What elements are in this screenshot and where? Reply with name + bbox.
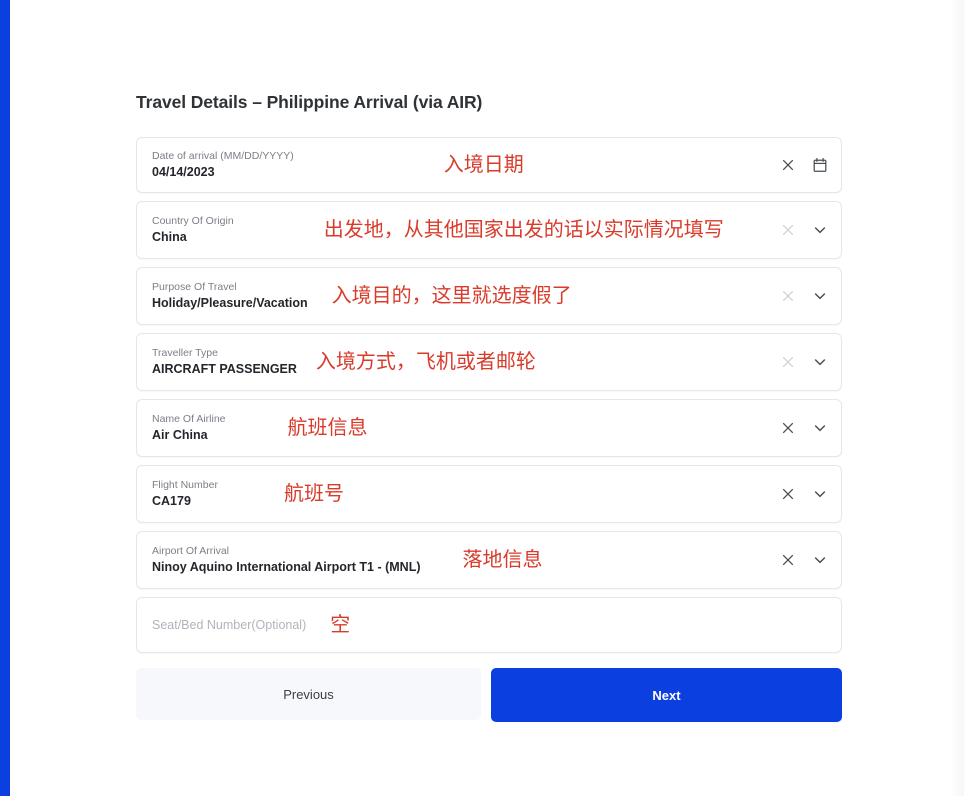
field-placeholder[interactable]: Seat/Bed Number(Optional)	[152, 617, 306, 633]
field-icon-group	[779, 419, 829, 437]
field-row[interactable]: Airport Of Arrival Ninoy Aquino Internati…	[136, 531, 842, 589]
calendar-icon[interactable]	[811, 156, 829, 174]
chevron-down-icon[interactable]	[811, 353, 829, 371]
form-fields-list: Date of arrival (MM/DD/YYYY) 04/14/2023 入境…	[136, 137, 842, 661]
form-navigation-buttons: Previous Next	[136, 668, 842, 722]
field-icon-group	[779, 287, 829, 305]
field-row[interactable]: Country Of Origin China 出发地，从其他国家出发的话以实际情况…	[136, 201, 842, 259]
field-value[interactable]: CA179	[152, 493, 218, 509]
chevron-down-icon[interactable]	[811, 551, 829, 569]
red-annotation: 航班信息	[287, 417, 368, 439]
chevron-down-icon[interactable]	[811, 485, 829, 503]
red-annotation: 落地信息	[462, 549, 543, 571]
field-value[interactable]: China	[152, 229, 234, 245]
chevron-down-icon[interactable]	[811, 419, 829, 437]
red-annotation: 空	[330, 614, 351, 636]
close-icon[interactable]	[779, 485, 797, 503]
field-icon-group	[779, 485, 829, 503]
left-accent-rail	[0, 0, 10, 796]
red-annotation: 入境方式，飞机或者邮轮	[315, 351, 536, 373]
close-icon[interactable]	[779, 287, 797, 305]
field-label: Airport Of Arrival	[152, 545, 230, 557]
field-label: Flight Number	[152, 479, 218, 491]
chevron-down-icon[interactable]	[811, 287, 829, 305]
field-value[interactable]: Holiday/Pleasure/Vacation	[152, 295, 308, 311]
field-label: Date of arrival (MM/DD/YYYY)	[152, 150, 294, 162]
next-button[interactable]: Next	[491, 668, 842, 722]
field-row[interactable]: Flight Number CA179 航班号	[136, 465, 842, 523]
close-icon[interactable]	[779, 353, 797, 371]
field-text-group: Country Of Origin China	[137, 215, 234, 245]
field-icon-group	[779, 221, 829, 239]
field-value[interactable]: 04/14/2023	[152, 164, 294, 180]
field-value[interactable]: Ninoy Aquino International Airport T1 - …	[152, 559, 421, 575]
field-icon-group	[779, 156, 829, 174]
red-annotation: 出发地，从其他国家出发的话以实际情况填写	[323, 219, 724, 241]
field-icon-group	[779, 353, 829, 371]
red-annotation: 航班号	[283, 483, 344, 505]
close-icon[interactable]	[779, 419, 797, 437]
field-value[interactable]: AIRCRAFT PASSENGER	[152, 361, 297, 377]
field-row[interactable]: Purpose Of Travel Holiday/Pleasure/Vacati…	[136, 267, 842, 325]
field-text-group: Name Of Airline Air China	[137, 413, 226, 443]
chevron-down-icon[interactable]	[811, 221, 829, 239]
field-label: Name Of Airline	[152, 413, 226, 425]
field-icon-group	[779, 551, 829, 569]
page-title: Travel Details – Philippine Arrival (via…	[136, 92, 483, 112]
red-annotation: 入境日期	[443, 154, 524, 176]
close-icon[interactable]	[779, 156, 797, 174]
field-text-group: Flight Number CA179	[137, 479, 218, 509]
previous-button[interactable]: Previous	[136, 668, 481, 720]
field-text-group: Airport Of Arrival Ninoy Aquino Internati…	[137, 545, 421, 575]
field-text-group: Date of arrival (MM/DD/YYYY) 04/14/2023	[137, 150, 294, 180]
close-icon[interactable]	[779, 551, 797, 569]
red-annotation: 入境目的，这里就选度假了	[331, 285, 572, 307]
field-text-group: Traveller Type AIRCRAFT PASSENGER	[137, 347, 297, 377]
field-label: Country Of Origin	[152, 215, 234, 227]
close-icon[interactable]	[779, 221, 797, 239]
travel-details-page: Travel Details – Philippine Arrival (via…	[0, 0, 964, 796]
field-value[interactable]: Air China	[152, 427, 226, 443]
field-label: Traveller Type	[152, 347, 218, 359]
field-row[interactable]: Date of arrival (MM/DD/YYYY) 04/14/2023 入境…	[136, 137, 842, 193]
field-row[interactable]: Seat/Bed Number(Optional) 空	[136, 597, 842, 653]
field-text-group: Purpose Of Travel Holiday/Pleasure/Vacati…	[137, 281, 308, 311]
field-row[interactable]: Traveller Type AIRCRAFT PASSENGER 入境方式，飞机或…	[136, 333, 842, 391]
field-text-group: Seat/Bed Number(Optional)	[137, 617, 306, 633]
field-label: Purpose Of Travel	[152, 281, 237, 293]
field-row[interactable]: Name Of Airline Air China 航班信息	[136, 399, 842, 457]
